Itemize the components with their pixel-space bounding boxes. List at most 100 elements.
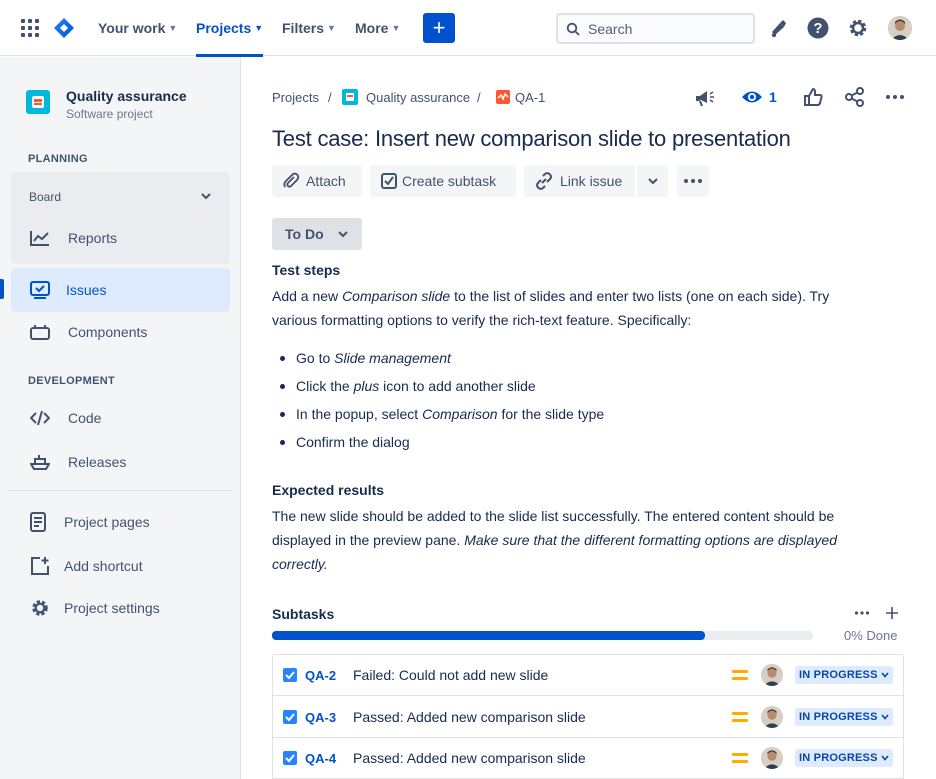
priority-medium-icon [732,670,748,680]
nav-projects[interactable]: Projects ▼ [196,0,264,57]
priority-medium-icon [732,712,748,722]
more-actions-icon[interactable] [884,90,906,104]
create-subtask-button[interactable]: Create subtask [370,165,516,197]
nav-more-label: More [355,20,389,36]
status-label: To Do [285,226,324,242]
nav-more[interactable]: More ▼ [355,0,400,56]
sidebar-item-reports[interactable]: Reports [11,216,230,260]
chevron-down-icon [881,714,889,720]
app-switcher-icon[interactable] [21,19,39,37]
attach-button-label: Attach [306,173,346,189]
nav-projects-label: Projects [196,20,252,36]
components-icon [30,325,50,340]
list-item: Go to Slide management [279,344,604,372]
checkbox-icon [283,668,297,682]
project-pages-icon [30,512,46,532]
add-shortcut-icon [31,557,49,575]
top-navigation-bar: Your work ▼ Projects ▼ Filters ▼ More ▼ + Se… [0,0,936,57]
nav-filters-label: Filters [282,20,325,36]
create-button[interactable]: + [423,13,455,43]
sidebar-item-label: Project settings [64,600,160,616]
project-sidebar: Quality assurance Software project PLANN… [0,57,241,779]
issue-title[interactable]: Test case: Insert new comparison slide t… [272,126,791,152]
project-name[interactable]: Quality assurance [66,88,187,104]
expected-results-text: The new slide should be added to the sli… [272,508,837,572]
breadcrumb-issue-key[interactable]: QA-1 [515,90,545,105]
checkbox-icon [283,751,297,765]
assignee-avatar[interactable] [761,664,783,686]
sidebar-item-releases[interactable]: Releases [11,440,230,484]
watchers-count[interactable]: 1 [769,89,777,105]
notifications-icon[interactable] [766,16,790,40]
nav-filters[interactable]: Filters ▼ [282,0,336,56]
project-icon [32,96,44,108]
link-icon [536,172,552,190]
subtask-title[interactable]: Failed: Could not add new slide [353,667,548,683]
subtask-title[interactable]: Passed: Added new comparison slide [353,709,586,725]
planning-section-header: PLANNING [28,153,88,165]
table-row[interactable]: QA-2 Failed: Could not add new slide IN … [273,655,903,696]
chevron-down-icon [881,755,889,761]
list-item: Click the plus icon to add another slide [279,372,604,400]
assignee-avatar[interactable] [761,706,783,728]
chevron-down-icon[interactable] [201,192,211,200]
subtask-key[interactable]: QA-4 [305,751,336,766]
table-row[interactable]: QA-4 Passed: Added new comparison slide … [273,738,903,779]
subtask-key[interactable]: QA-2 [305,668,336,683]
releases-ship-icon [30,455,50,470]
avatar-icon [888,16,912,40]
board-selector-label[interactable]: Board [29,190,61,204]
search-input[interactable]: Search [556,13,755,44]
vote-thumbs-up-icon[interactable] [802,86,824,108]
table-row[interactable]: QA-3 Passed: Added new comparison slide … [273,697,903,738]
user-avatar[interactable] [888,16,912,40]
project-avatar[interactable] [26,90,50,114]
subtasks-more-icon[interactable] [854,609,870,617]
test-steps-list: Go to Slide management Click the plus ic… [279,344,604,456]
attach-button[interactable]: Attach [272,165,362,197]
chevron-down-icon: ▼ [254,23,264,33]
settings-gear-icon[interactable] [846,16,870,40]
progress-text: 0% Done [844,628,898,643]
breadcrumb-project[interactable]: Quality assurance [366,90,470,105]
svg-text:?: ? [813,20,822,37]
subtask-title[interactable]: Passed: Added new comparison slide [353,750,586,766]
link-issue-dropdown-button[interactable] [637,165,668,197]
project-icon [342,89,358,105]
test-issue-type-icon [496,90,510,104]
share-icon[interactable] [844,86,866,108]
sidebar-item-code[interactable]: Code [11,396,230,440]
nav-your-work[interactable]: Your work ▼ [98,0,177,56]
watch-eye-icon[interactable] [741,88,763,106]
more-icon [684,179,702,183]
chevron-down-icon [881,672,889,678]
reports-chart-icon [30,231,49,246]
sidebar-item-issues[interactable]: Issues [0,268,230,312]
development-section-header: DEVELOPMENT [28,375,116,387]
status-badge[interactable]: IN PROGRESS [795,708,893,726]
assignee-avatar[interactable] [761,747,783,769]
sidebar-item-label: Add shortcut [64,558,143,574]
status-badge[interactable]: IN PROGRESS [795,666,893,684]
feedback-megaphone-icon[interactable] [694,86,716,108]
search-icon [566,22,580,36]
status-badge[interactable]: IN PROGRESS [795,749,893,767]
add-subtask-plus-icon[interactable] [885,606,899,620]
link-issue-button[interactable]: Link issue [524,165,635,197]
subtask-key[interactable]: QA-3 [305,710,336,725]
issues-icon [30,281,50,299]
sidebar-item-project-pages[interactable]: Project pages [11,500,230,544]
sidebar-item-label: Issues [66,282,107,298]
sidebar-item-add-shortcut[interactable]: Add shortcut [11,544,230,588]
sidebar-item-label: Components [68,324,148,340]
help-icon[interactable]: ? [806,16,830,40]
sidebar-item-project-settings[interactable]: Project settings [11,586,230,630]
jira-logo-icon[interactable] [54,18,74,38]
priority-medium-icon [732,753,748,763]
chevron-down-icon: ▼ [391,23,401,33]
sidebar-item-components[interactable]: Components [11,310,230,354]
status-dropdown[interactable]: To Do [272,218,362,250]
progress-fill [272,631,705,640]
breadcrumb-projects[interactable]: Projects [272,90,319,105]
more-button[interactable] [677,165,709,197]
